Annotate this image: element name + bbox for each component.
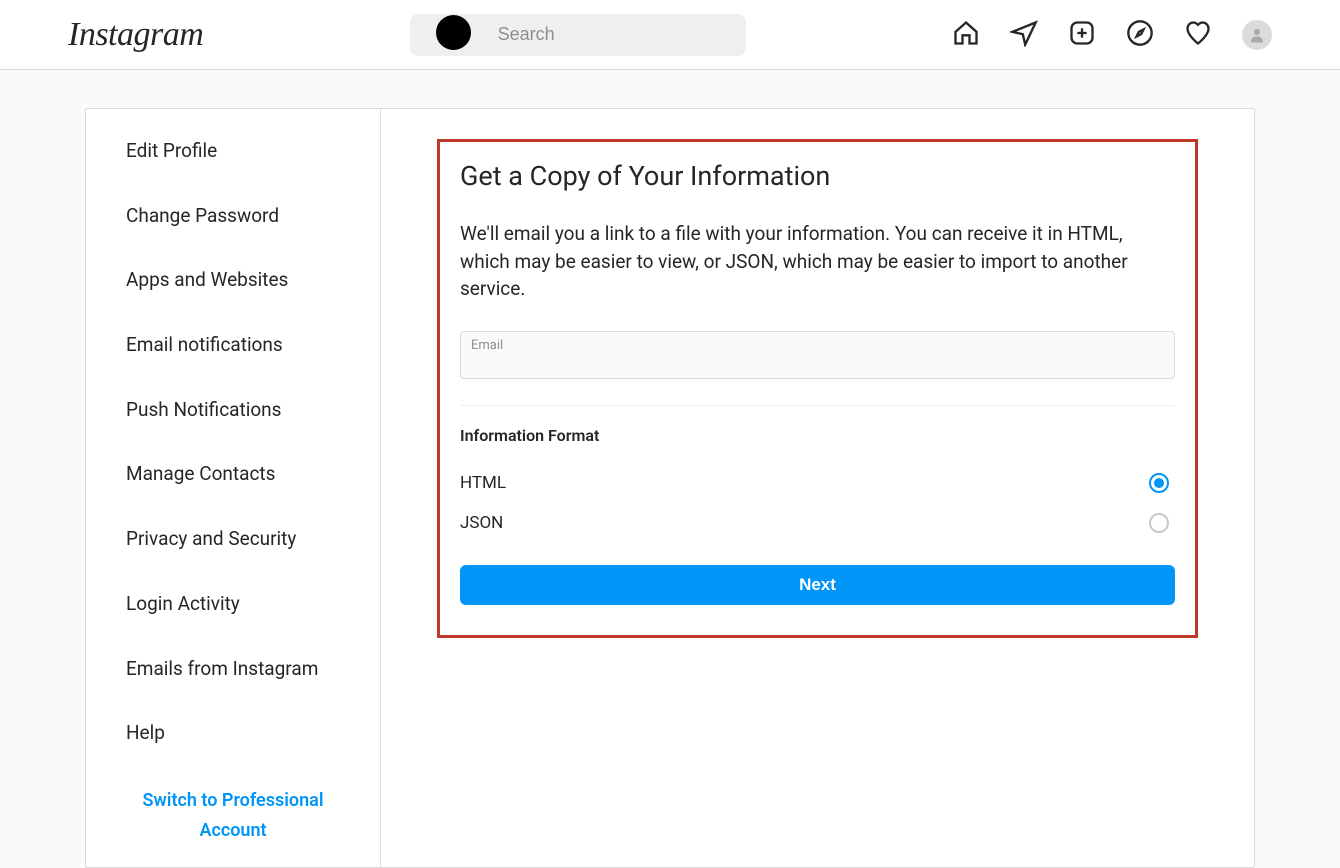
settings-page: Edit Profile Change Password Apps and We… bbox=[85, 108, 1255, 868]
sidebar-item-email-notifications[interactable]: Email notifications bbox=[86, 313, 380, 378]
format-section: Information Format HTML JSON Next bbox=[460, 405, 1175, 605]
messages-icon[interactable] bbox=[1010, 19, 1038, 51]
search-container[interactable] bbox=[410, 14, 746, 56]
page-title: Get a Copy of Your Information bbox=[460, 160, 1175, 192]
home-icon[interactable] bbox=[952, 19, 980, 51]
settings-sidebar: Edit Profile Change Password Apps and We… bbox=[86, 109, 381, 867]
profile-avatar[interactable] bbox=[1242, 20, 1272, 50]
next-button[interactable]: Next bbox=[460, 565, 1175, 605]
format-section-title: Information Format bbox=[460, 426, 1175, 445]
radio-json[interactable] bbox=[1149, 513, 1169, 533]
settings-content: Get a Copy of Your Information We'll ema… bbox=[381, 109, 1254, 867]
sidebar-item-edit-profile[interactable]: Edit Profile bbox=[86, 119, 380, 184]
search-icon bbox=[426, 5, 486, 65]
create-post-icon[interactable] bbox=[1068, 19, 1096, 51]
sidebar-item-privacy-security[interactable]: Privacy and Security bbox=[86, 507, 380, 572]
radio-html[interactable] bbox=[1149, 473, 1169, 493]
sidebar-item-emails-instagram[interactable]: Emails from Instagram bbox=[86, 637, 380, 702]
sidebar-item-push-notifications[interactable]: Push Notifications bbox=[86, 378, 380, 443]
highlighted-region: Get a Copy of Your Information We'll ema… bbox=[437, 139, 1198, 638]
nav-icons-group bbox=[952, 19, 1272, 51]
sidebar-item-apps-websites[interactable]: Apps and Websites bbox=[86, 248, 380, 313]
format-option-html[interactable]: HTML bbox=[460, 463, 1175, 503]
page-description: We'll email you a link to a file with yo… bbox=[460, 220, 1175, 303]
sidebar-item-change-password[interactable]: Change Password bbox=[86, 184, 380, 249]
sidebar-item-login-activity[interactable]: Login Activity bbox=[86, 572, 380, 637]
format-label-html: HTML bbox=[460, 473, 506, 493]
sidebar-item-manage-contacts[interactable]: Manage Contacts bbox=[86, 442, 380, 507]
top-navigation-bar: Instagram bbox=[0, 0, 1340, 70]
instagram-logo[interactable]: Instagram bbox=[68, 16, 203, 54]
email-label: Email bbox=[471, 338, 503, 353]
sidebar-item-help[interactable]: Help bbox=[86, 701, 380, 766]
search-input[interactable] bbox=[498, 24, 730, 45]
activity-icon[interactable] bbox=[1184, 19, 1212, 51]
switch-professional-link[interactable]: Switch to Professional Account bbox=[86, 766, 380, 867]
format-label-json: JSON bbox=[460, 513, 503, 533]
explore-icon[interactable] bbox=[1126, 19, 1154, 51]
email-input[interactable] bbox=[471, 336, 1164, 378]
format-option-json[interactable]: JSON bbox=[460, 503, 1175, 543]
email-field-container[interactable]: Email bbox=[460, 331, 1175, 379]
